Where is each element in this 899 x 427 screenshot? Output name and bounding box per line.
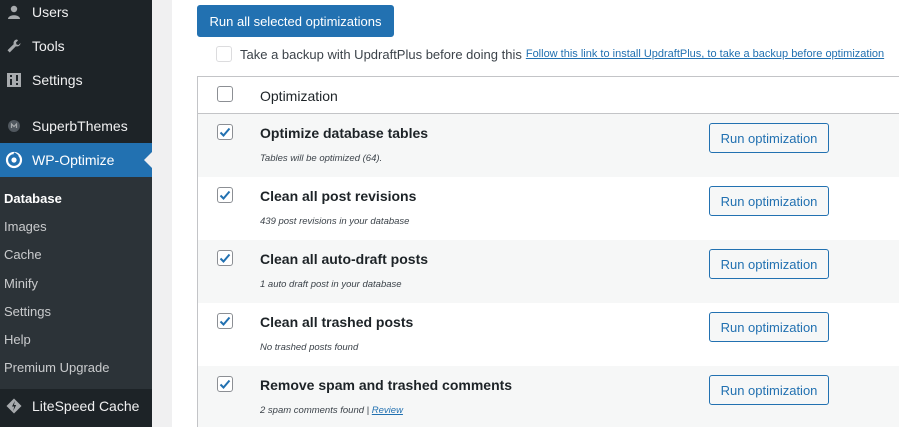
menu-label-tools: Tools bbox=[32, 38, 65, 54]
review-link[interactable]: Review bbox=[372, 405, 403, 416]
optimization-title: Clean all auto-draft posts bbox=[260, 251, 429, 267]
submenu-premium-upgrade[interactable]: Premium Upgrade bbox=[4, 360, 110, 375]
users-icon bbox=[4, 2, 24, 22]
run-optimization-button[interactable]: Run optimization bbox=[709, 375, 829, 405]
wrench-icon bbox=[4, 36, 24, 56]
submenu-help[interactable]: Help bbox=[4, 332, 31, 347]
backup-checkbox[interactable] bbox=[216, 46, 232, 62]
spam-count-text: 2 spam comments found | bbox=[260, 405, 372, 416]
run-optimization-button[interactable]: Run optimization bbox=[709, 186, 829, 216]
menu-label-superbthemes: SuperbThemes bbox=[32, 118, 128, 134]
menu-item-superbthemes[interactable]: SuperbThemes bbox=[0, 109, 152, 143]
run-optimization-button[interactable]: Run optimization bbox=[709, 123, 829, 153]
menu-label-users: Users bbox=[32, 4, 69, 20]
checkmark-icon bbox=[219, 127, 231, 137]
optimization-info: Tables will be optimized (64). bbox=[260, 153, 383, 164]
backup-label: Take a backup with UpdraftPlus before do… bbox=[240, 46, 522, 62]
submenu-cache[interactable]: Cache bbox=[4, 247, 42, 262]
optimization-title: Clean all post revisions bbox=[260, 188, 417, 204]
menu-item-settings[interactable]: Settings bbox=[0, 63, 152, 97]
table-row: Remove spam and trashed comments 2 spam … bbox=[198, 366, 899, 427]
row-checkbox[interactable] bbox=[217, 124, 233, 140]
table-row: Clean all trashed posts No trashed posts… bbox=[198, 303, 899, 366]
main-content: Run all selected optimizations Take a ba… bbox=[152, 0, 899, 427]
row-checkbox[interactable] bbox=[217, 187, 233, 203]
row-checkbox[interactable] bbox=[217, 250, 233, 266]
menu-label-settings: Settings bbox=[32, 72, 83, 88]
table-row: Clean all post revisions 439 post revisi… bbox=[198, 177, 899, 240]
admin-sidebar: Users Tools Settings SuperbThemes WP-Opt… bbox=[0, 0, 152, 427]
submenu-images[interactable]: Images bbox=[4, 219, 47, 234]
table-row: Clean all auto-draft posts 1 auto draft … bbox=[198, 240, 899, 303]
menu-item-users[interactable]: Users bbox=[0, 0, 152, 29]
checkmark-icon bbox=[219, 190, 231, 200]
menu-label-litespeed-cache: LiteSpeed Cache bbox=[32, 398, 140, 414]
select-all-checkbox[interactable] bbox=[217, 86, 233, 102]
menu-item-wp-optimize[interactable]: WP-Optimize bbox=[0, 143, 152, 177]
wp-optimize-submenu: Database Images Cache Minify Settings He… bbox=[0, 177, 152, 389]
install-updraftplus-link[interactable]: Follow this link to install UpdraftPlus,… bbox=[526, 48, 884, 60]
optimizations-table: Optimization Optimize database tables Ta… bbox=[197, 76, 899, 427]
optimization-title: Optimize database tables bbox=[260, 125, 429, 141]
wp-optimize-icon bbox=[4, 150, 24, 170]
row-checkbox[interactable] bbox=[217, 376, 233, 392]
menu-label-wp-optimize: WP-Optimize bbox=[32, 152, 115, 168]
optimization-title: Remove spam and trashed comments bbox=[260, 377, 513, 393]
optimization-info: 2 spam comments found | Review bbox=[260, 405, 403, 416]
menu-item-tools[interactable]: Tools bbox=[0, 29, 152, 63]
run-optimization-button[interactable]: Run optimization bbox=[709, 249, 829, 279]
table-row: Optimize database tables Tables will be … bbox=[198, 114, 899, 177]
optimization-info: 439 post revisions in your database bbox=[260, 216, 410, 227]
optimization-info: No trashed posts found bbox=[260, 342, 359, 353]
active-menu-arrow bbox=[144, 152, 152, 168]
submenu-minify[interactable]: Minify bbox=[4, 276, 38, 291]
table-header: Optimization bbox=[198, 77, 899, 114]
settings-icon bbox=[4, 70, 24, 90]
run-all-selected-button[interactable]: Run all selected optimizations bbox=[197, 5, 394, 37]
optimization-info: 1 auto draft post in your database bbox=[260, 279, 402, 290]
menu-item-litespeed-cache[interactable]: LiteSpeed Cache bbox=[0, 389, 152, 423]
litespeed-icon bbox=[4, 396, 24, 416]
checkmark-icon bbox=[219, 379, 231, 389]
submenu-database[interactable]: Database bbox=[4, 191, 62, 206]
run-optimization-button[interactable]: Run optimization bbox=[709, 312, 829, 342]
column-header-optimization: Optimization bbox=[260, 88, 338, 104]
superbthemes-icon bbox=[4, 116, 24, 136]
backup-option: Take a backup with UpdraftPlus before do… bbox=[216, 44, 884, 64]
submenu-settings[interactable]: Settings bbox=[4, 304, 51, 319]
checkmark-icon bbox=[219, 316, 231, 326]
row-checkbox[interactable] bbox=[217, 313, 233, 329]
checkmark-icon bbox=[219, 253, 231, 263]
optimization-title: Clean all trashed posts bbox=[260, 314, 414, 330]
